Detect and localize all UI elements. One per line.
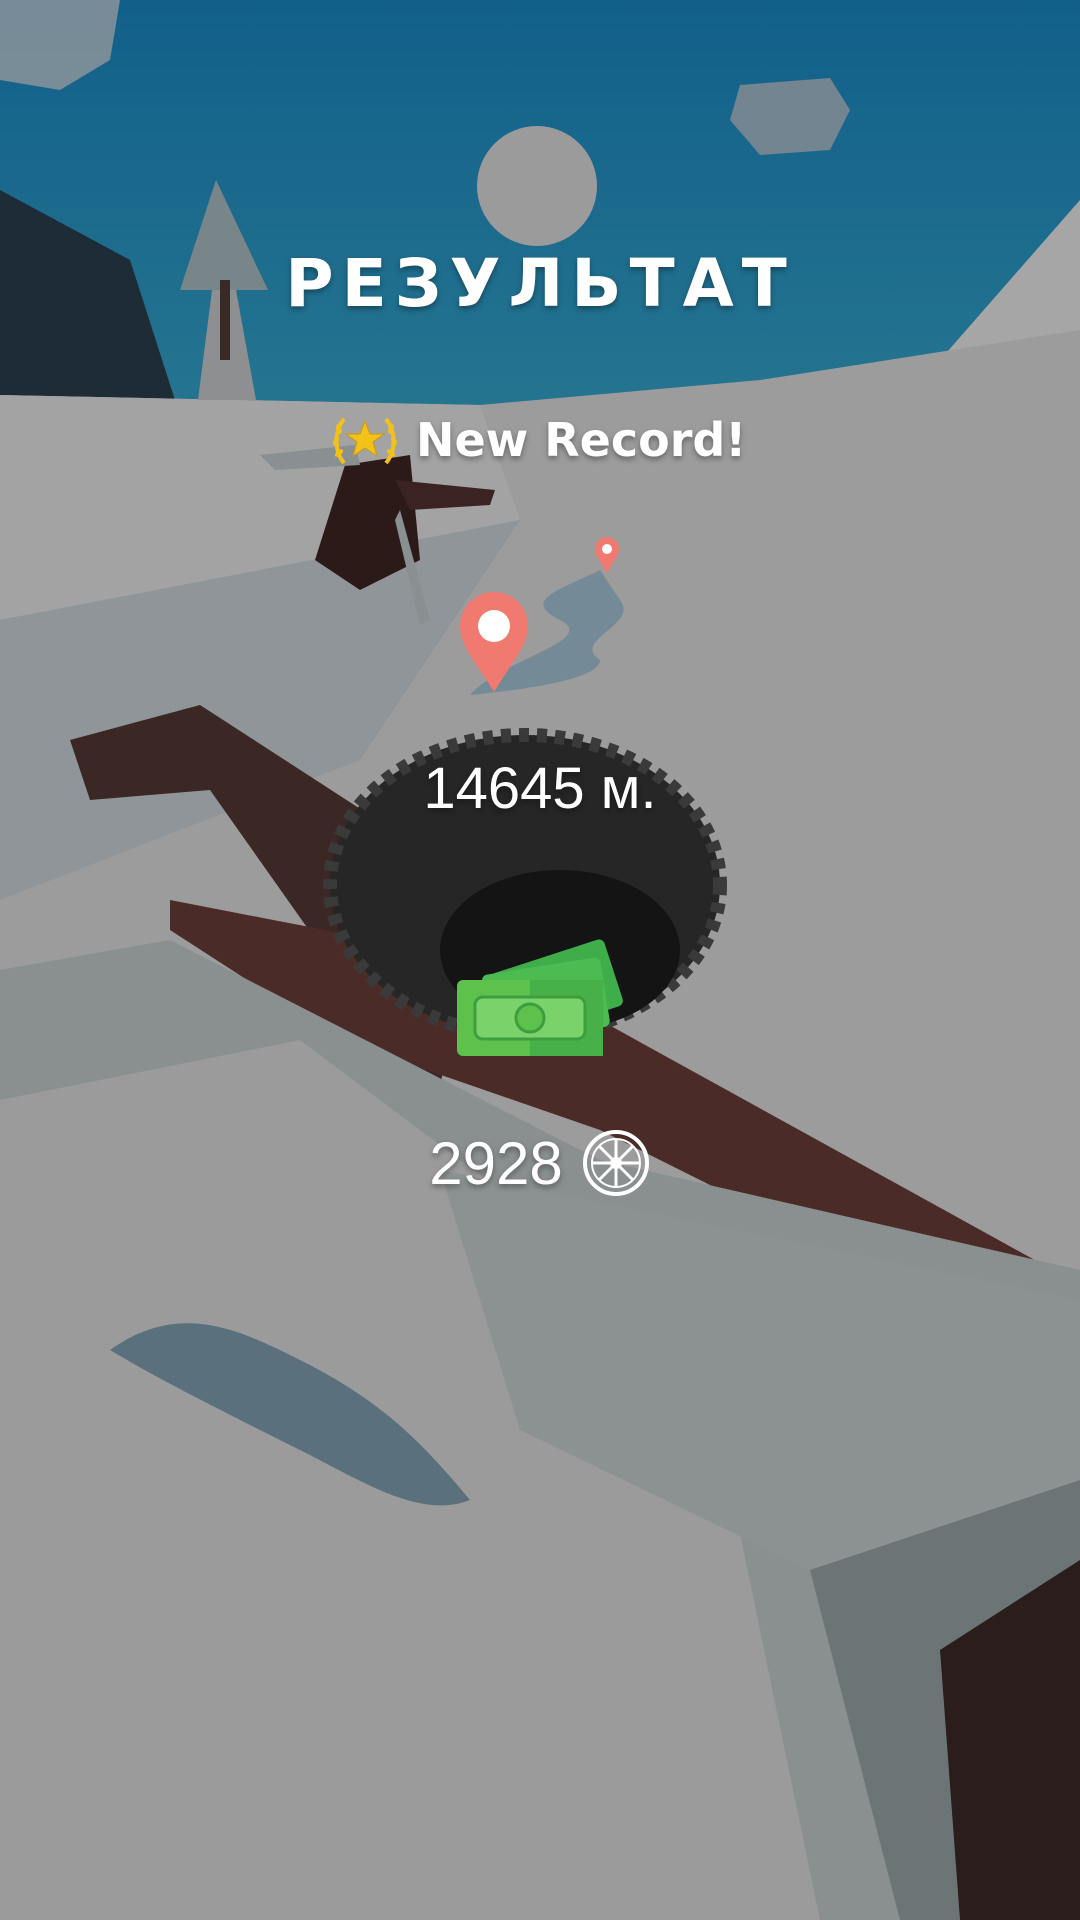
game-result-screen: РЕЗУЛЬТАТ New Record! 14645 м. 2928 bbox=[0, 0, 1080, 1920]
cash-icon bbox=[457, 939, 623, 1056]
laurel-star-icon bbox=[333, 417, 397, 465]
wheel-coin-icon bbox=[582, 1130, 649, 1196]
distance-display: 14645 м. bbox=[0, 755, 1080, 822]
map-pin-icon bbox=[595, 537, 619, 573]
distance-unit: м. bbox=[600, 756, 657, 821]
new-record-label: New Record! bbox=[416, 413, 747, 467]
distance-value: 14645 bbox=[423, 756, 585, 821]
coins-value: 2928 bbox=[429, 1129, 563, 1197]
results-title: РЕЗУЛЬТАТ bbox=[285, 245, 795, 322]
new-record-row: New Record! bbox=[330, 405, 746, 475]
distance-pin-icon bbox=[460, 592, 528, 692]
coins-reward-row: 2928 bbox=[0, 1128, 1080, 1198]
